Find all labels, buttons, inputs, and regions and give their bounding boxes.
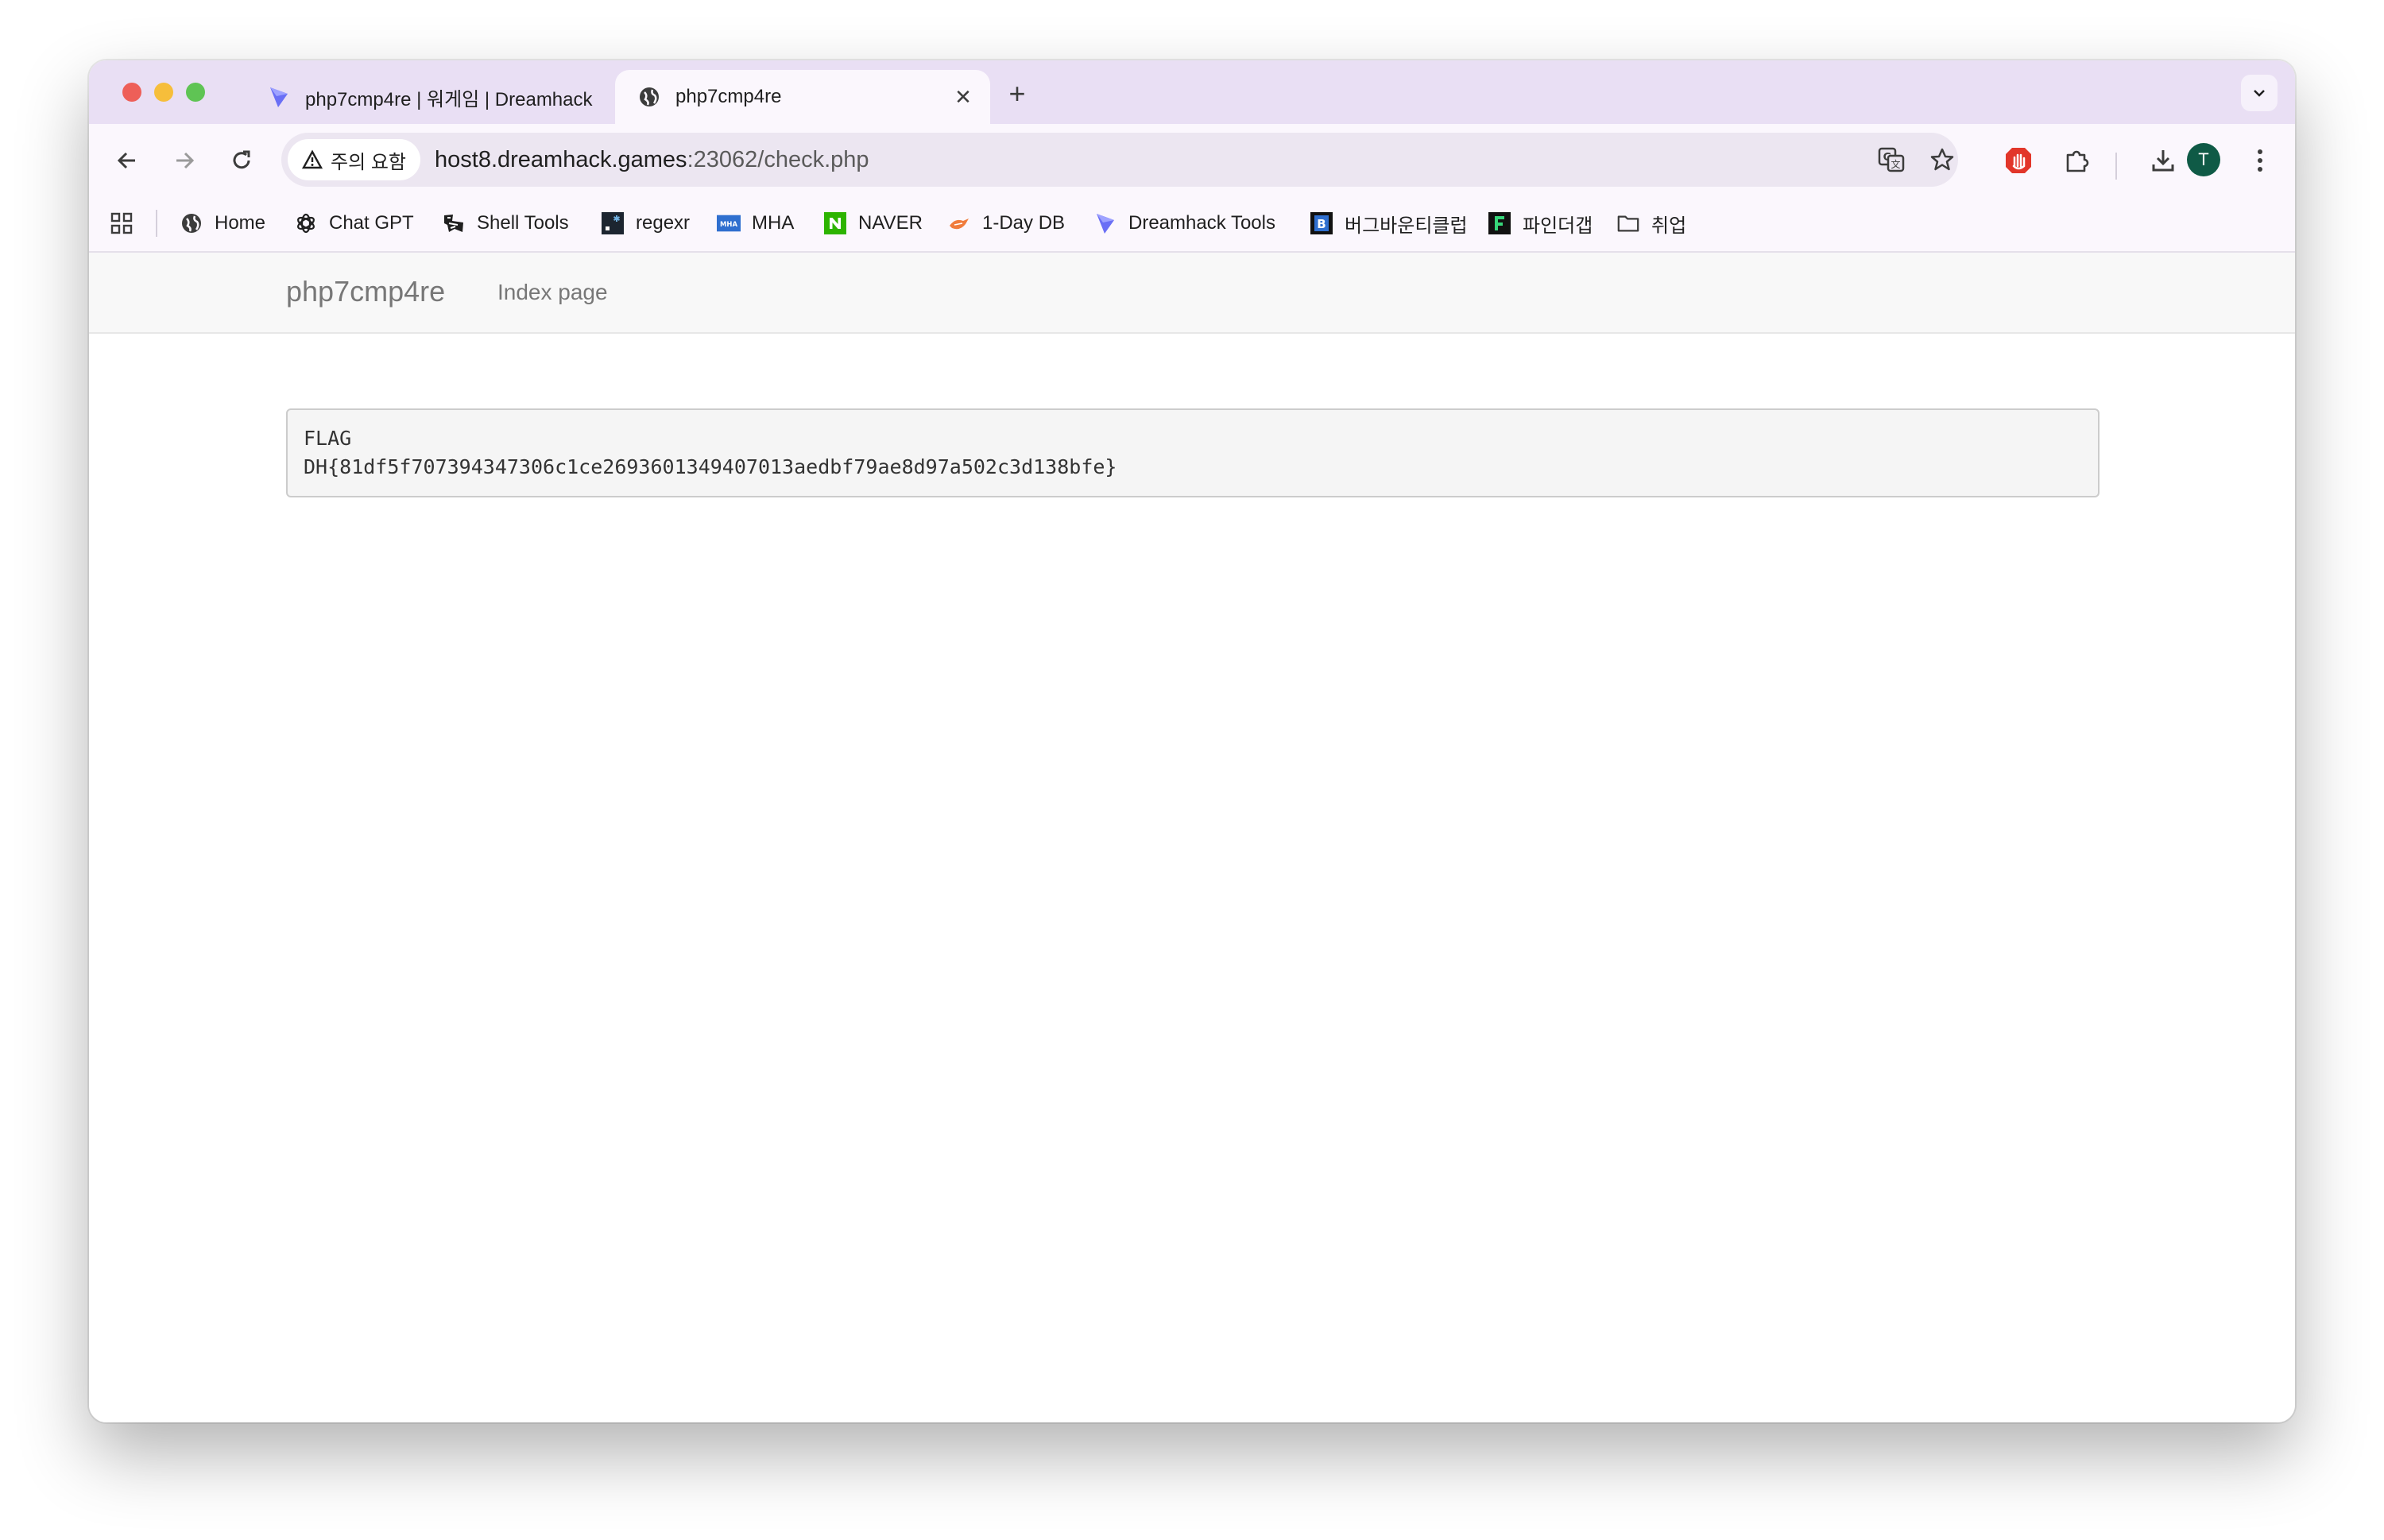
download-icon[interactable] [2144, 141, 2182, 180]
bookmark-label: 버그바운티클럽 [1345, 215, 1468, 237]
dreamhack-icon [1093, 211, 1117, 235]
bookmarks-bar: Home Chat GPT Shell Tools regexr MHA MHA… [89, 195, 2295, 253]
apps-grid-button[interactable] [110, 195, 134, 251]
bookmarks-divider [156, 210, 157, 237]
bookmark-chat-gpt[interactable]: Chat GPT [294, 195, 414, 251]
shell-tools-icon [442, 211, 466, 235]
bugbounty-icon: B [1310, 211, 1333, 235]
bookmark-label: regexr [636, 212, 691, 234]
tab-title: php7cmp4re | 워게임 | Dreamhack [305, 88, 593, 110]
bookmark-label: Chat GPT [329, 212, 414, 234]
svg-text:B: B [1317, 217, 1326, 231]
oneday-icon [947, 211, 971, 235]
bookmark-label: 취업 [1651, 215, 1687, 237]
reload-button[interactable] [223, 141, 261, 180]
tab-php7cmp4re[interactable]: php7cmp4re ✕ [615, 70, 990, 124]
security-indicator[interactable]: 주의 요함 [288, 139, 420, 180]
page-content: php7cmp4re Index page FLAG DH{81df5f7073… [89, 253, 2295, 1422]
browser-toolbar: 주의 요함 host8.dreamhack.games:23062/check.… [89, 124, 2295, 195]
bookmark-regexr[interactable]: regexr [601, 195, 690, 251]
site-navbar: php7cmp4re Index page [89, 253, 2295, 334]
translate-icon[interactable]: G文 [1874, 142, 1909, 177]
bookmark-folder-jobs[interactable]: 취업 [1616, 195, 1686, 251]
bookmark-bugbounty-club[interactable]: B 버그바운티클럽 [1310, 195, 1468, 251]
flag-output-box: FLAG DH{81df5f707394347306c1ce2693601349… [286, 408, 2100, 497]
flag-label: FLAG [304, 427, 352, 450]
warning-icon [302, 149, 323, 169]
url-host: host8.dreamhack.games [435, 146, 687, 172]
findthegap-icon [1488, 211, 1511, 235]
nav-index-page-link[interactable]: Index page [497, 280, 608, 305]
forward-button[interactable] [165, 141, 203, 180]
extensions-puzzle-icon[interactable] [2058, 141, 2096, 180]
new-tab-button[interactable]: + [1001, 77, 1033, 110]
regexr-icon [601, 211, 625, 235]
bookmark-label: Home [215, 212, 266, 234]
bookmark-naver[interactable]: NAVER [823, 195, 923, 251]
chevron-down-icon [2254, 90, 2265, 97]
svg-text:文: 文 [1891, 158, 1900, 170]
adblock-extension-icon[interactable] [1999, 141, 2038, 180]
bookmark-label: MHA [752, 212, 795, 234]
forward-arrow-icon [176, 152, 195, 169]
bookmark-star-icon[interactable] [1925, 142, 1960, 177]
back-button[interactable] [108, 141, 146, 180]
bookmark-1-day-db[interactable]: 1-Day DB [947, 195, 1065, 251]
apps-grid-icon [110, 212, 133, 234]
openai-icon [294, 211, 318, 235]
naver-icon [823, 211, 847, 235]
browser-window: php7cmp4re | 워게임 | Dreamhack ✕ php7cmp4r… [89, 60, 2295, 1422]
bookmark-label: NAVER [858, 212, 923, 234]
bookmark-label: Dreamhack Tools [1128, 212, 1275, 234]
url-text[interactable]: host8.dreamhack.games:23062/check.php [435, 147, 869, 173]
bookmark-findthegap[interactable]: 파인더갭 [1488, 195, 1593, 251]
bookmark-home[interactable]: Home [180, 195, 265, 251]
more-options-icon[interactable] [2241, 141, 2279, 180]
bookmark-mha[interactable]: MHA MHA [717, 195, 794, 251]
tab-search-button[interactable] [2241, 75, 2278, 111]
tab-strip: php7cmp4re | 워게임 | Dreamhack ✕ php7cmp4r… [89, 60, 2295, 124]
close-tab-icon[interactable]: ✕ [949, 83, 977, 111]
back-arrow-icon [117, 152, 135, 169]
url-path: :23062/check.php [687, 146, 869, 172]
folder-icon [1616, 211, 1640, 235]
globe-icon [637, 85, 661, 109]
tab-title: php7cmp4re [675, 86, 782, 107]
mha-icon: MHA [717, 211, 741, 235]
bookmark-label: 파인더갭 [1523, 215, 1593, 237]
security-label: 주의 요함 [331, 151, 406, 173]
profile-avatar[interactable]: T [2187, 143, 2220, 176]
bookmark-label: Shell Tools [477, 212, 569, 234]
maximize-window-button[interactable] [186, 83, 205, 102]
globe-icon [180, 211, 203, 235]
minimize-window-button[interactable] [154, 83, 173, 102]
bookmark-dreamhack-tools[interactable]: Dreamhack Tools [1093, 195, 1275, 251]
bookmark-label: 1-Day DB [982, 212, 1066, 234]
flag-value: DH{81df5f707394347306c1ce269360134940701… [304, 455, 1117, 478]
close-window-button[interactable] [122, 83, 141, 102]
toolbar-divider [2115, 153, 2117, 180]
dreamhack-icon [267, 85, 291, 109]
reload-icon [233, 150, 250, 169]
site-brand-link[interactable]: php7cmp4re [286, 275, 445, 308]
svg-text:MHA: MHA [720, 220, 737, 228]
address-bar[interactable]: 주의 요함 host8.dreamhack.games:23062/check.… [281, 133, 1958, 187]
bookmark-shell-tools[interactable]: Shell Tools [442, 195, 569, 251]
